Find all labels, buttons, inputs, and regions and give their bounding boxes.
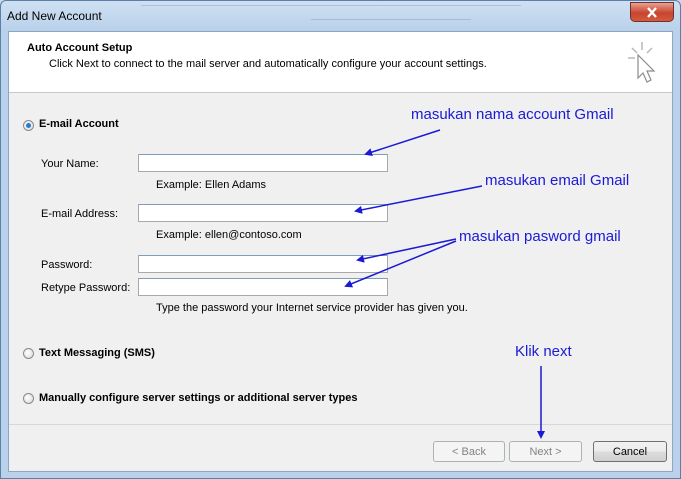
background-app-ghost <box>111 1 531 31</box>
annotation-email: masukan email Gmail <box>485 172 630 189</box>
next-button[interactable]: Next > <box>509 441 582 462</box>
your-name-input[interactable] <box>138 154 388 172</box>
password-input[interactable] <box>138 255 388 273</box>
dialog-client-area: Auto Account Setup Click Next to connect… <box>8 31 673 472</box>
email-address-label: E-mail Address: <box>41 208 119 220</box>
sms-label[interactable]: Text Messaging (SMS) <box>39 347 155 359</box>
email-address-hint: Example: ellen@contoso.com <box>156 229 302 241</box>
window-title: Add New Account <box>7 9 102 23</box>
email-address-input[interactable] <box>138 204 388 222</box>
header-subtitle: Click Next to connect to the mail server… <box>49 58 487 70</box>
your-name-hint: Example: Ellen Adams <box>156 179 267 191</box>
password-hint: Type the password your Internet service … <box>156 302 468 314</box>
close-icon <box>647 6 657 18</box>
your-name-label: Your Name: <box>41 158 99 170</box>
back-button[interactable]: < Back <box>433 441 505 462</box>
annotation-name: masukan nama account Gmail <box>411 106 614 123</box>
cancel-button[interactable]: Cancel <box>593 441 667 462</box>
header-title: Auto Account Setup <box>27 42 133 54</box>
annotation-next: Klik next <box>515 343 572 360</box>
password-label: Password: <box>41 259 93 271</box>
email-account-radio[interactable] <box>23 120 34 131</box>
dialog-header: Auto Account Setup Click Next to connect… <box>9 32 672 93</box>
sms-radio[interactable] <box>23 348 34 359</box>
dialog-footer: < Back Next > Cancel <box>9 424 672 474</box>
email-account-label[interactable]: E-mail Account <box>39 118 119 130</box>
retype-password-input[interactable] <box>138 278 388 296</box>
manual-config-radio[interactable] <box>23 393 34 404</box>
title-bar[interactable]: Add New Account <box>1 1 680 31</box>
retype-password-label: Retype Password: <box>41 282 131 294</box>
close-button[interactable] <box>630 2 674 22</box>
cursor-click-icon <box>628 42 656 83</box>
annotation-password: masukan pasword gmail <box>459 228 621 245</box>
manual-config-label[interactable]: Manually configure server settings or ad… <box>39 392 358 404</box>
